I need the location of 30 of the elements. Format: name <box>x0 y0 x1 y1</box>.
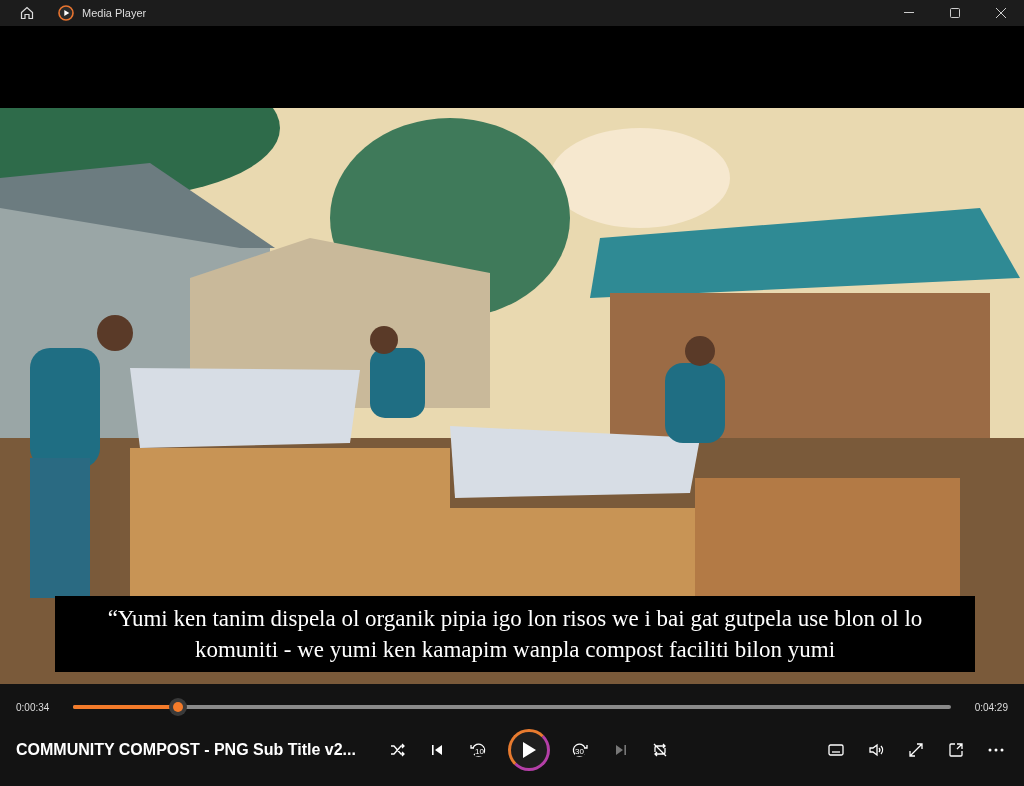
play-icon <box>521 741 537 759</box>
previous-icon <box>430 743 444 757</box>
app-logo-icon <box>58 5 74 21</box>
volume-icon <box>868 743 884 757</box>
seek-thumb[interactable] <box>168 698 187 716</box>
subtitle-line: “Yumi ken tanim dispela ol organik pipia igo lon risos we i bai gat gutpela use blon ol lo <box>107 605 923 633</box>
shuffle-icon <box>390 743 406 757</box>
fullscreen-icon <box>908 742 924 758</box>
seek-bar[interactable] <box>73 698 951 716</box>
close-icon <box>996 8 1006 18</box>
more-icon <box>988 748 1004 752</box>
home-icon <box>20 6 34 20</box>
next-icon <box>614 743 628 757</box>
skip-seconds-label: 10 <box>475 748 484 756</box>
window-title: Media Player <box>82 5 147 21</box>
fast-forward-icon <box>571 741 589 759</box>
miniplayer-icon <box>948 742 964 758</box>
play-button[interactable] <box>508 729 550 771</box>
skip-seconds-label: 30 <box>575 748 584 756</box>
skip-back-button[interactable]: 10 <box>464 736 492 764</box>
track-title: COMMUNITY COMPOST - PNG Sub Title v2... <box>16 741 356 758</box>
skip-forward-button[interactable]: 30 <box>566 736 594 764</box>
elapsed-time: 0:00:34 <box>16 700 50 715</box>
captions-icon <box>828 744 844 756</box>
subtitle-line: komuniti - we yumi ken kamapim wanpla compost faciliti bilon yumi <box>194 636 836 664</box>
minimize-icon <box>904 12 914 14</box>
repeat-off-icon <box>652 742 668 758</box>
maximize-icon <box>950 8 960 18</box>
total-time: 0:04:29 <box>974 700 1008 715</box>
rewind-icon <box>469 741 487 759</box>
